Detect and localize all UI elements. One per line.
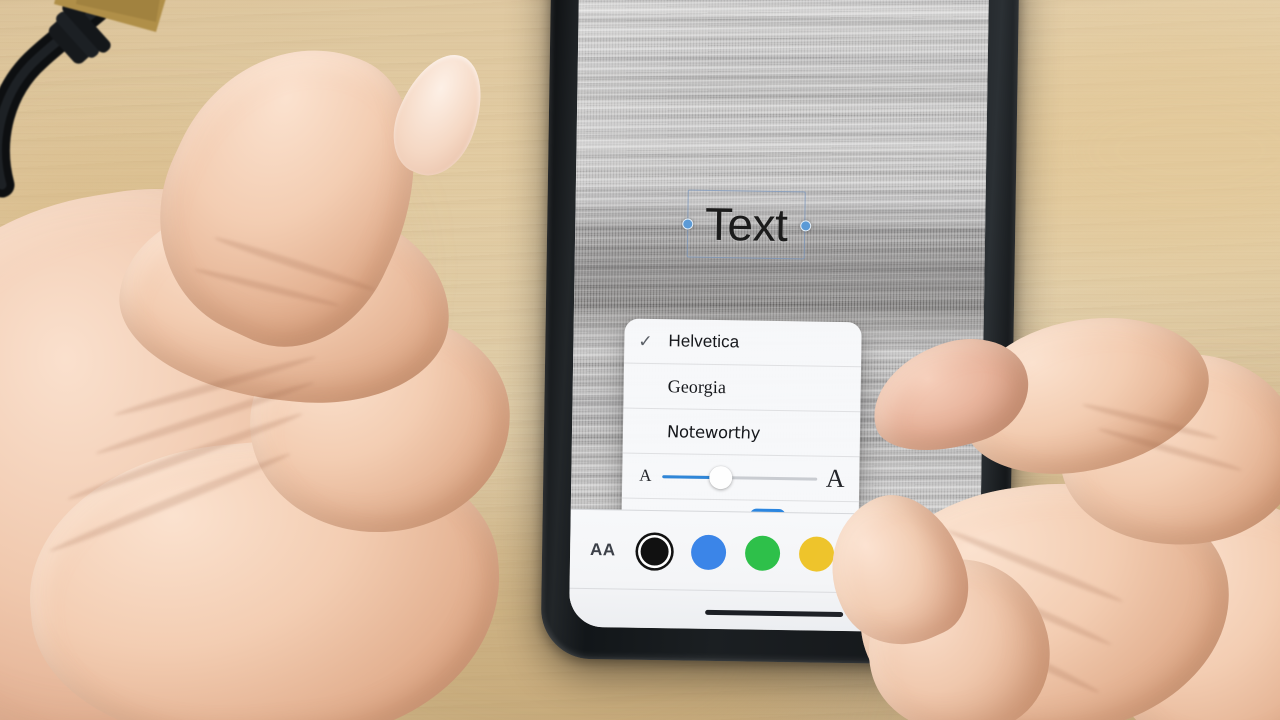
font-option-label: Noteworthy <box>666 421 761 443</box>
font-size-slider[interactable] <box>662 464 818 490</box>
left-index-finger <box>110 183 460 417</box>
right-hand-far-finger <box>1091 491 1280 720</box>
font-option-noteworthy[interactable]: ✓ Noteworthy <box>622 408 861 458</box>
font-option-helvetica[interactable]: ✓ Helvetica <box>624 318 862 368</box>
text-object[interactable]: Text <box>681 189 811 260</box>
large-a-icon: A <box>825 463 845 494</box>
wood-blotch <box>980 20 1280 280</box>
left-thumb <box>117 5 463 379</box>
home-indicator[interactable] <box>705 609 844 618</box>
left-hand-knuckle <box>244 305 516 539</box>
left-hand <box>0 5 600 720</box>
skin-crease <box>65 409 305 504</box>
checkmark-icon-hidden: ✓ <box>637 422 667 439</box>
right-middle-finger <box>1050 342 1280 558</box>
color-swatch-blue[interactable] <box>690 534 726 570</box>
checkmark-icon-hidden: ✓ <box>638 377 668 394</box>
text-resize-handle-right[interactable] <box>799 219 811 231</box>
text-resize-handle-left[interactable] <box>681 217 693 230</box>
small-a-icon: A <box>639 465 652 486</box>
color-swatch-black[interactable] <box>639 536 669 566</box>
font-size-slider-row[interactable]: A A <box>621 453 860 503</box>
left-thumb-nail <box>379 41 499 188</box>
skin-crease <box>1081 401 1219 442</box>
skin-crease <box>47 449 293 556</box>
skin-crease <box>212 233 378 295</box>
color-swatch-green[interactable] <box>744 534 780 571</box>
text-object-value: Text <box>704 197 788 252</box>
text-style-aa-button[interactable]: AA <box>588 538 618 562</box>
photo-scene: Text ✓ Helvetica ✓ Georgia <box>0 0 1280 720</box>
skin-crease <box>94 378 316 458</box>
skin-crease <box>193 265 341 310</box>
dark-desk-object <box>0 612 110 720</box>
skin-crease <box>112 353 318 419</box>
font-option-label: Georgia <box>667 375 727 397</box>
font-option-georgia[interactable]: ✓ Georgia <box>623 363 862 413</box>
color-swatch-yellow[interactable] <box>798 535 834 572</box>
font-option-label: Helvetica <box>668 331 740 352</box>
wood-blotch <box>0 150 360 390</box>
skin-crease <box>1096 425 1244 474</box>
cable-with-connector <box>0 0 230 200</box>
checkmark-icon: ✓ <box>638 331 653 351</box>
slider-thumb[interactable] <box>709 465 733 489</box>
